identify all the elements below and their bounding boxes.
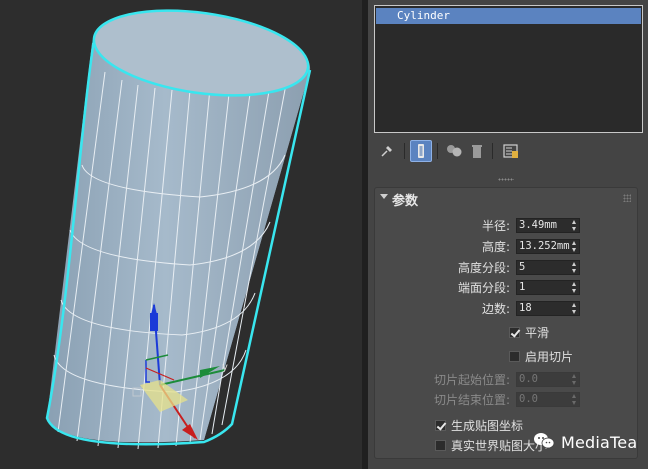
make-unique-icon: [446, 143, 464, 159]
parameters-rollout: 参数 半径: 3.49mm 高度: 13.252mm 高度分段: 5 端面分段:…: [374, 187, 638, 459]
height-segments-label: 高度分段:: [457, 261, 510, 275]
height-segments-spinner[interactable]: 5: [516, 260, 580, 275]
modifier-stack-list[interactable]: Cylinder: [374, 5, 643, 133]
spinner-arrows-icon[interactable]: [571, 374, 578, 385]
radius-value: 3.49mm: [519, 219, 557, 231]
slice-on-checkbox[interactable]: 启用切片: [509, 348, 573, 365]
make-unique-button[interactable]: [444, 140, 466, 162]
slice-to-spinner[interactable]: 0.0: [516, 392, 580, 407]
y-axis-label: y: [222, 362, 228, 373]
toolbar-separator: [404, 143, 405, 159]
pin-icon: [379, 143, 395, 159]
cap-segments-label: 端面分段:: [457, 281, 510, 295]
toolbar-separator: [437, 143, 438, 159]
spinner-arrows-icon[interactable]: [571, 220, 578, 231]
configure-icon: [503, 143, 519, 159]
height-label: 高度:: [481, 240, 510, 254]
height-spinner[interactable]: 13.252mm: [516, 239, 580, 254]
command-panel: Cylinder 参数 半径: 3.49mm 高度: 13.252mm 高度分段…: [368, 0, 648, 469]
checkbox-checked-icon: [435, 420, 446, 431]
rollout-grip-icon: [623, 194, 631, 202]
cap-segments-value: 1: [519, 281, 526, 293]
spinner-arrows-icon[interactable]: [571, 282, 578, 293]
watermark: MediaTea: [533, 432, 637, 453]
wechat-logo-icon: [533, 432, 555, 453]
checkbox-unchecked-icon: [509, 351, 520, 362]
slice-on-label: 启用切片: [525, 350, 574, 364]
sides-value: 18: [519, 302, 532, 314]
pin-stack-button[interactable]: [376, 140, 398, 162]
slice-from-value: 0.0: [519, 373, 538, 385]
watermark-text: MediaTea: [561, 433, 638, 452]
cylinder-render: y: [45, 9, 312, 450]
height-segments-value: 5: [519, 261, 526, 273]
cap-segments-spinner[interactable]: 1: [516, 280, 580, 295]
smooth-label: 平滑: [525, 326, 550, 340]
configure-modifier-sets-button[interactable]: [500, 140, 522, 162]
radius-spinner[interactable]: 3.49mm: [516, 218, 580, 233]
generate-mapping-coords-checkbox[interactable]: 生成贴图坐标: [435, 417, 523, 434]
smooth-checkbox[interactable]: 平滑: [509, 324, 549, 341]
rollout-drag-handle[interactable]: [498, 178, 514, 181]
modifier-stack-item-cylinder[interactable]: Cylinder: [376, 8, 641, 24]
slice-from-label: 切片起始位置:: [433, 373, 510, 387]
modifier-stack-toolbar: [374, 140, 643, 164]
sides-spinner[interactable]: 18: [516, 301, 580, 316]
spinner-arrows-icon[interactable]: [571, 241, 578, 252]
toolbar-separator: [492, 143, 493, 159]
radius-label: 半径:: [481, 219, 510, 233]
spinner-arrows-icon[interactable]: [571, 262, 578, 273]
collapse-triangle-icon: [380, 194, 388, 199]
spinner-arrows-icon[interactable]: [571, 303, 578, 314]
trash-icon: [470, 143, 484, 159]
slice-to-label: 切片结束位置:: [433, 393, 510, 407]
viewport-perspective[interactable]: y: [0, 0, 362, 469]
show-end-result-button[interactable]: [410, 140, 432, 162]
checkbox-unchecked-icon: [435, 440, 446, 451]
remove-modifier-button[interactable]: [466, 140, 488, 162]
generate-mapping-coords-label: 生成贴图坐标: [451, 419, 524, 433]
rollout-title: 参数: [392, 194, 419, 209]
real-world-map-size-checkbox[interactable]: 真实世界贴图大小: [435, 437, 547, 454]
sides-label: 边数:: [481, 302, 510, 316]
slice-from-spinner[interactable]: 0.0: [516, 372, 580, 387]
checkbox-checked-icon: [509, 327, 520, 338]
rollout-header[interactable]: 参数: [375, 188, 637, 209]
height-value: 13.252mm: [519, 240, 570, 252]
spinner-arrows-icon[interactable]: [571, 394, 578, 405]
slice-to-value: 0.0: [519, 393, 538, 405]
show-end-result-icon: [415, 143, 427, 159]
